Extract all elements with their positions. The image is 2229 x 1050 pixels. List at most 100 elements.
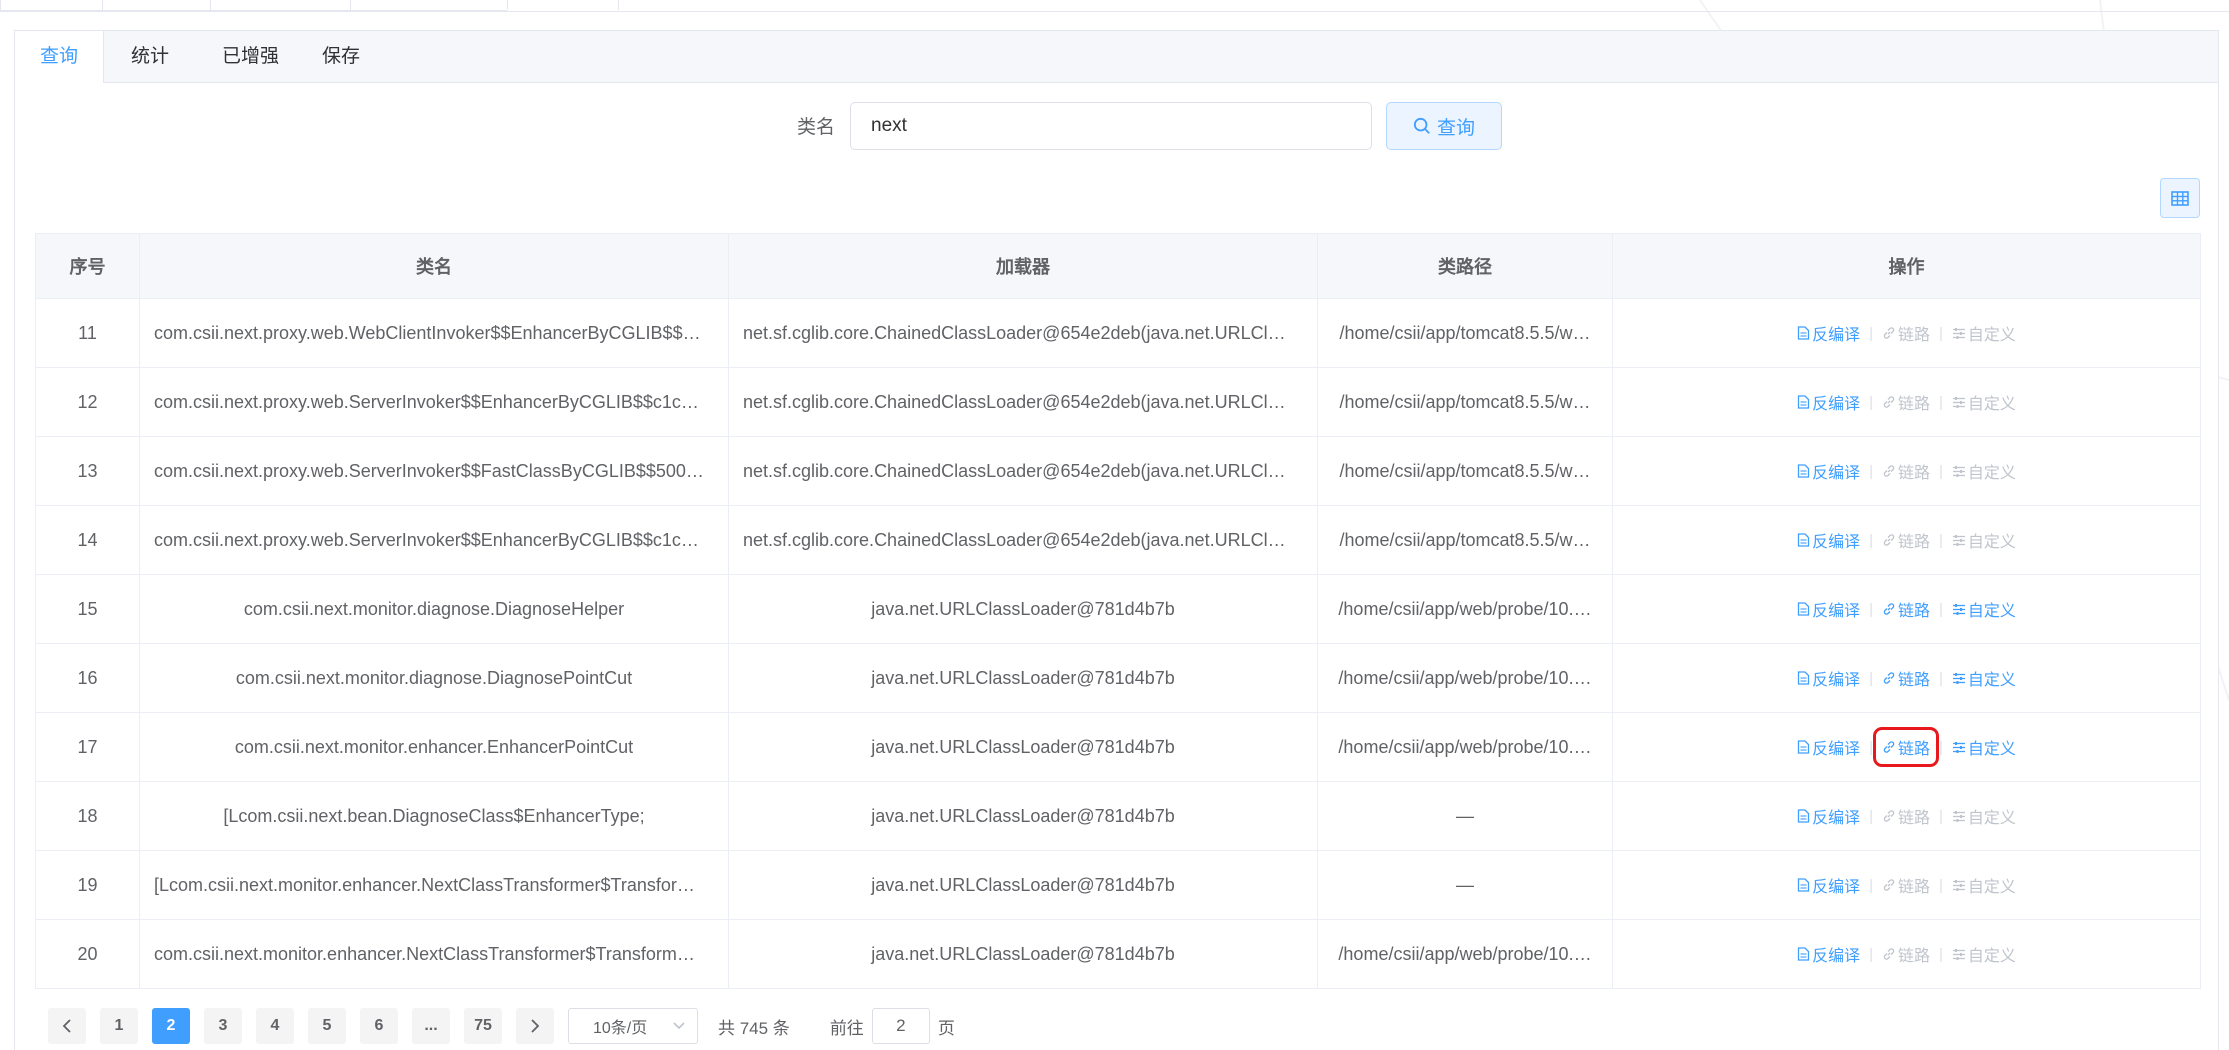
sliders-icon <box>1952 396 1966 409</box>
decompile-action[interactable]: 反编译 <box>1794 664 1863 692</box>
trace-link-action[interactable]: 链路 <box>1879 940 1933 968</box>
custom-action[interactable]: 自定义 <box>1949 940 2019 968</box>
cell-class-name: com.csii.next.proxy.web.ServerInvoker$$F… <box>139 436 729 506</box>
action-label: 链路 <box>1897 810 1930 827</box>
table-row: 20 com.csii.next.monitor.enhancer.NextCla… <box>35 919 2201 989</box>
decompile-action[interactable]: 反编译 <box>1794 526 1863 554</box>
page-button[interactable]: 4 <box>256 1008 294 1044</box>
action-label: 反编译 <box>1812 879 1861 896</box>
trace-link-action[interactable]: 链路 <box>1872 727 1940 767</box>
trace-link-action[interactable]: 链路 <box>1879 595 1933 623</box>
next-page-button[interactable] <box>516 1008 554 1044</box>
action-label: 链路 <box>1897 741 1930 758</box>
cell-actions: 反编译 | 链路 | 自定义 <box>1612 850 2201 920</box>
page-button[interactable]: 3 <box>204 1008 242 1044</box>
cell-index: 19 <box>35 850 140 920</box>
top-tab[interactable] <box>102 0 212 11</box>
action-label: 自定义 <box>1967 327 2016 344</box>
prev-page-button[interactable] <box>48 1008 86 1044</box>
trace-link-action[interactable]: 链路 <box>1879 388 1933 416</box>
page-button[interactable]: 2 <box>152 1008 190 1044</box>
top-tab-active[interactable] <box>507 0 619 11</box>
trace-link-action[interactable]: 链路 <box>1879 319 1933 347</box>
trace-link-action[interactable]: 链路 <box>1879 871 1933 899</box>
decompile-action[interactable]: 反编译 <box>1794 595 1863 623</box>
page-size-select[interactable]: 10条/页 <box>568 1008 698 1044</box>
divider: | <box>1869 669 1873 687</box>
cell-class-path: /home/csii/app/tomcat8.5.5/w… <box>1317 436 1613 506</box>
tab-statistics[interactable]: 统计 <box>106 31 194 82</box>
query-button[interactable]: 查询 <box>1386 102 1502 150</box>
custom-action[interactable]: 自定义 <box>1949 526 2019 554</box>
action-label: 反编译 <box>1812 465 1861 482</box>
column-settings-button[interactable] <box>2160 178 2200 218</box>
trace-link-action[interactable]: 链路 <box>1879 457 1933 485</box>
top-tab[interactable] <box>0 0 104 11</box>
document-icon <box>1797 602 1810 616</box>
cell-loader: java.net.URLClassLoader@781d4b7b <box>728 850 1318 920</box>
sliders-icon <box>1952 327 1966 340</box>
decompile-action[interactable]: 反编译 <box>1794 733 1863 761</box>
decompile-action[interactable]: 反编译 <box>1794 457 1863 485</box>
cell-class-name: [Lcom.csii.next.monitor.enhancer.NextCla… <box>139 850 729 920</box>
custom-action[interactable]: 自定义 <box>1949 457 2019 485</box>
class-name-search-input[interactable] <box>850 102 1372 150</box>
cell-class-name: com.csii.next.proxy.web.ServerInvoker$$E… <box>139 367 729 437</box>
decompile-action[interactable]: 反编译 <box>1794 388 1863 416</box>
tab-saved[interactable]: 保存 <box>297 31 385 82</box>
cell-class-name: com.csii.next.proxy.web.ServerInvoker$$E… <box>139 505 729 575</box>
document-icon <box>1797 947 1810 961</box>
custom-action[interactable]: 自定义 <box>1949 319 2019 347</box>
custom-action[interactable]: 自定义 <box>1949 871 2019 899</box>
action-label: 链路 <box>1897 396 1930 413</box>
cell-class-name: com.csii.next.monitor.diagnose.DiagnoseH… <box>139 574 729 644</box>
custom-action[interactable]: 自定义 <box>1949 733 2019 761</box>
trace-link-action[interactable]: 链路 <box>1879 802 1933 830</box>
table-row: 17 com.csii.next.monitor.enhancer.Enhance… <box>35 712 2201 782</box>
cell-class-path: /home/csii/app/web/probe/10.… <box>1317 643 1613 713</box>
page-jump-input[interactable] <box>871 1008 930 1044</box>
top-tab[interactable] <box>350 0 509 11</box>
custom-action[interactable]: 自定义 <box>1949 388 2019 416</box>
sliders-icon <box>1952 603 1966 616</box>
top-tab[interactable] <box>210 0 352 11</box>
table-row: 14 com.csii.next.proxy.web.ServerInvoker$… <box>35 505 2201 575</box>
decompile-action[interactable]: 反编译 <box>1794 319 1863 347</box>
action-label: 反编译 <box>1812 672 1861 689</box>
tab-enhanced[interactable]: 已增强 <box>197 31 304 82</box>
custom-action[interactable]: 自定义 <box>1949 595 2019 623</box>
page-button[interactable]: 75 <box>464 1008 502 1044</box>
search-icon <box>1413 117 1430 134</box>
link-icon <box>1882 464 1896 478</box>
table-row: 13 com.csii.next.proxy.web.ServerInvoker$… <box>35 436 2201 506</box>
table-row: 18 [Lcom.csii.next.bean.DiagnoseClass$Enh… <box>35 781 2201 851</box>
pagination: 123456... 75 10条/页 共 745 条 前往 页 <box>48 1008 955 1044</box>
more-pages-button[interactable]: ... <box>412 1008 450 1044</box>
trace-link-action[interactable]: 链路 <box>1879 526 1933 554</box>
custom-action[interactable]: 自定义 <box>1949 802 2019 830</box>
decompile-action[interactable]: 反编译 <box>1794 871 1863 899</box>
action-label: 自定义 <box>1967 741 2016 758</box>
document-icon <box>1797 464 1810 478</box>
page-button[interactable]: 1 <box>100 1008 138 1044</box>
trace-link-action[interactable]: 链路 <box>1879 664 1933 692</box>
tab-query[interactable]: 查询 <box>15 31 105 83</box>
decompile-action[interactable]: 反编译 <box>1794 940 1863 968</box>
cell-loader: net.sf.cglib.core.ChainedClassLoader@654… <box>728 298 1318 368</box>
divider: | <box>1869 393 1873 411</box>
divider: | <box>1939 324 1943 342</box>
divider: | <box>1869 807 1873 825</box>
action-label: 自定义 <box>1967 534 2016 551</box>
chevron-right-icon <box>531 1019 540 1033</box>
page-button[interactable]: 6 <box>360 1008 398 1044</box>
page-button[interactable]: 5 <box>308 1008 346 1044</box>
cell-index: 17 <box>35 712 140 782</box>
table-row: 12 com.csii.next.proxy.web.ServerInvoker$… <box>35 367 2201 437</box>
query-button-label: 查询 <box>1436 117 1475 139</box>
custom-action[interactable]: 自定义 <box>1949 664 2019 692</box>
decompile-action[interactable]: 反编译 <box>1794 802 1863 830</box>
document-icon <box>1797 878 1810 892</box>
link-icon <box>1882 671 1896 685</box>
total-count: 共 745 条 <box>718 1018 790 1038</box>
column-header: 操作 <box>1612 233 2201 299</box>
